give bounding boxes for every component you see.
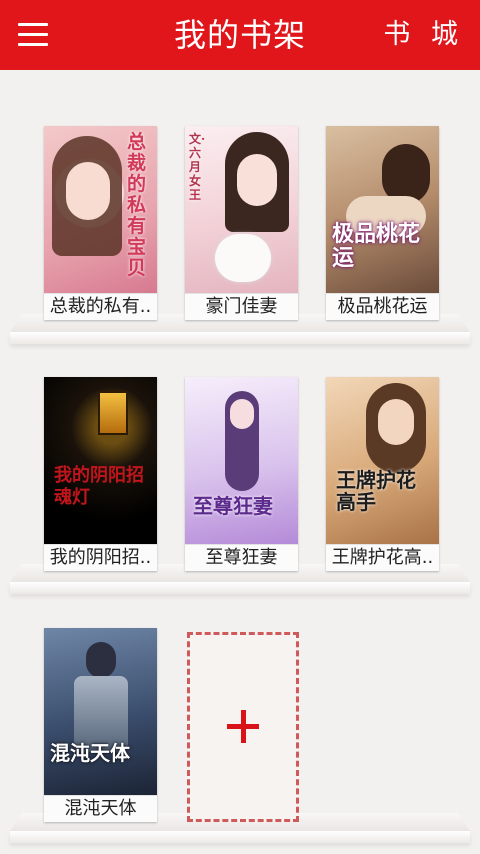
book-title: 至尊狂妻: [185, 544, 298, 571]
book-title: 极品桃花运: [326, 293, 439, 320]
book-cover: 文·六月女王: [185, 126, 298, 294]
book-item[interactable]: 总裁的私有宝贝 总裁的私有..: [44, 126, 157, 320]
book-item[interactable]: 极品桃花运 极品桃花运: [326, 126, 439, 320]
book-cover: 王牌护花高手: [326, 377, 439, 545]
book-cover: 我的阴阳招魂灯: [44, 377, 157, 545]
book-title: 总裁的私有..: [44, 293, 157, 320]
book-item[interactable]: 至尊狂妻 至尊狂妻: [185, 377, 298, 571]
book-cover: 混沌天体: [44, 628, 157, 796]
add-book-button[interactable]: [187, 632, 299, 822]
book-cover: 至尊狂妻: [185, 377, 298, 545]
book-item[interactable]: 王牌护花高手 王牌护花高..: [326, 377, 439, 571]
app-header: 我的书架 书 城: [0, 0, 480, 70]
store-button[interactable]: 书 城: [383, 0, 464, 70]
book-title: 豪门佳妻: [185, 293, 298, 320]
book-cover: 总裁的私有宝贝: [44, 126, 157, 294]
book-item[interactable]: 我的阴阳招魂灯 我的阴阳招..: [44, 377, 157, 571]
book-title: 混沌天体: [44, 795, 157, 822]
book-title: 王牌护花高..: [326, 544, 439, 571]
book-title: 我的阴阳招..: [44, 544, 157, 571]
book-item[interactable]: 文·六月女王 豪门佳妻: [185, 126, 298, 320]
book-item[interactable]: 混沌天体 混沌天体: [44, 628, 157, 822]
book-cover: 极品桃花运: [326, 126, 439, 294]
